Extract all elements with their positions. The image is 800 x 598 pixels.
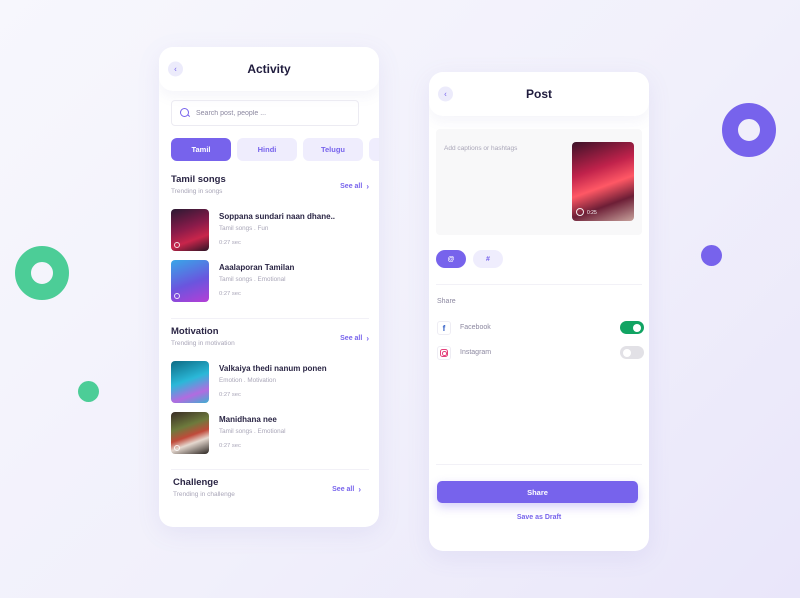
- song-duration: 0:27 sec: [219, 291, 241, 297]
- song-meta: Tamil songs . Fun: [219, 225, 269, 232]
- song-meta: Tamil songs . Emotional: [219, 276, 286, 283]
- decorative-ring-green: [15, 246, 69, 300]
- video-thumbnail[interactable]: 0:25: [572, 142, 634, 221]
- list-item[interactable]: Aaalaporan Tamilan Tamil songs . Emotion…: [171, 260, 369, 302]
- chevron-left-icon: ‹: [444, 89, 447, 98]
- see-all-link[interactable]: See all ›: [340, 334, 369, 343]
- instagram-toggle[interactable]: [620, 346, 644, 359]
- chevron-right-icon: ›: [366, 182, 369, 191]
- search-box[interactable]: [171, 100, 359, 126]
- instagram-icon: [437, 346, 451, 360]
- social-label: Facebook: [460, 324, 491, 331]
- play-icon: [174, 293, 180, 299]
- song-title: Manidhana nee: [219, 415, 277, 424]
- hashtag-button[interactable]: #: [473, 250, 503, 268]
- song-duration: 0:27 sec: [219, 240, 241, 246]
- post-screen: ‹ Post Add captions or hashtags 0:25 @ #…: [429, 72, 649, 551]
- song-thumbnail: [171, 260, 209, 302]
- back-button[interactable]: ‹: [168, 61, 183, 77]
- decorative-dot-green: [78, 381, 99, 402]
- see-all-label: See all: [340, 335, 363, 342]
- divider: [171, 469, 369, 470]
- back-button[interactable]: ‹: [438, 86, 453, 102]
- video-duration: 0:25: [587, 210, 597, 216]
- play-icon: [174, 242, 180, 248]
- activity-screen: ‹ Activity Tamil Hindi Telugu Tamil song…: [159, 47, 379, 527]
- tab-more[interactable]: [369, 138, 379, 161]
- activity-header: ‹ Activity: [159, 47, 379, 91]
- page-title: Activity: [247, 62, 291, 76]
- social-row-instagram: Instagram: [437, 346, 644, 360]
- facebook-toggle[interactable]: [620, 321, 644, 334]
- page-title: Post: [525, 87, 552, 101]
- list-item[interactable]: Valkaiya thedi nanum ponen Emotion . Mot…: [171, 361, 369, 403]
- caption-input[interactable]: Add captions or hashtags 0:25: [436, 129, 642, 235]
- tab-telugu[interactable]: Telugu: [303, 138, 363, 161]
- divider: [436, 464, 642, 465]
- see-all-label: See all: [340, 183, 363, 190]
- mention-button[interactable]: @: [436, 250, 466, 268]
- caption-placeholder: Add captions or hashtags: [444, 145, 518, 152]
- facebook-icon: f: [437, 321, 451, 335]
- language-tabs: Tamil Hindi Telugu: [171, 138, 379, 161]
- song-thumbnail: [171, 361, 209, 403]
- tab-tamil[interactable]: Tamil: [171, 138, 231, 161]
- section-motivation: Motivation Trending in motivation See al…: [171, 326, 369, 347]
- save-draft-link[interactable]: Save as Draft: [429, 514, 649, 521]
- play-icon: [576, 208, 584, 216]
- song-meta: Emotion . Motivation: [219, 377, 277, 384]
- see-all-label: See all: [332, 486, 355, 493]
- song-duration: 0:27 sec: [219, 392, 241, 398]
- song-title: Valkaiya thedi nanum ponen: [219, 364, 327, 373]
- decorative-dot-purple: [701, 245, 722, 266]
- share-section-label: Share: [437, 298, 456, 305]
- post-header: ‹ Post: [429, 72, 649, 116]
- chevron-left-icon: ‹: [174, 64, 177, 73]
- section-challenge: Challenge Trending in challenge See all ›: [173, 477, 361, 498]
- tab-hindi[interactable]: Hindi: [237, 138, 297, 161]
- search-input[interactable]: [196, 109, 346, 117]
- song-thumbnail: [171, 209, 209, 251]
- social-row-facebook: f Facebook: [437, 321, 644, 335]
- search-icon: [180, 108, 190, 118]
- chevron-right-icon: ›: [358, 485, 361, 494]
- divider: [171, 318, 369, 319]
- song-meta: Tamil songs . Emotional: [219, 428, 286, 435]
- section-tamil-songs: Tamil songs Trending in songs See all ›: [171, 174, 369, 195]
- decorative-ring-purple: [722, 103, 776, 157]
- see-all-link[interactable]: See all ›: [332, 485, 361, 494]
- share-button[interactable]: Share: [437, 481, 638, 503]
- song-thumbnail: [171, 412, 209, 454]
- chevron-right-icon: ›: [366, 334, 369, 343]
- list-item[interactable]: Soppana sundari naan dhane.. Tamil songs…: [171, 209, 369, 251]
- see-all-link[interactable]: See all ›: [340, 182, 369, 191]
- song-duration: 0:27 sec: [219, 443, 241, 449]
- song-title: Soppana sundari naan dhane..: [219, 212, 336, 221]
- list-item[interactable]: Manidhana nee Tamil songs . Emotional 0:…: [171, 412, 369, 454]
- divider: [436, 284, 642, 285]
- play-icon: [174, 445, 180, 451]
- social-label: Instagram: [460, 349, 492, 356]
- song-title: Aaalaporan Tamilan: [219, 263, 295, 272]
